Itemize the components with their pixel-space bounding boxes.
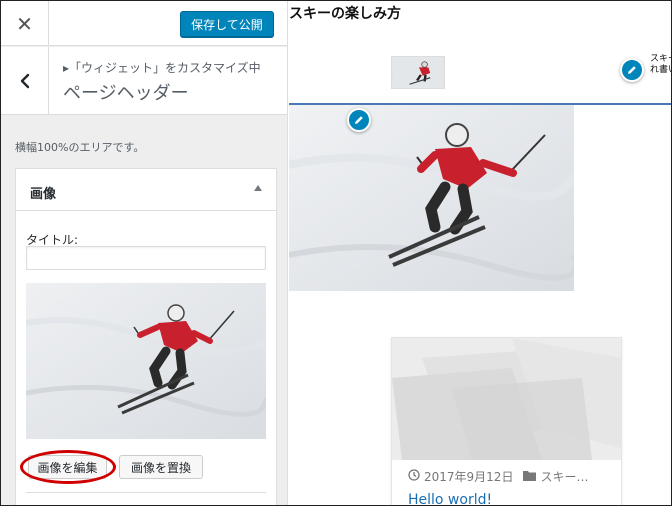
replace-image-button[interactable]: 画像を置換 — [119, 455, 203, 479]
skier-photo-large — [289, 105, 574, 291]
section-context-label: ▸「ウィジェット」をカスタマイズ中 — [63, 61, 261, 75]
edit-shortcut-button[interactable] — [347, 108, 371, 132]
close-customizer-button[interactable]: ✕ — [1, 1, 49, 46]
customizer-panel: ✕ 保存して公開 ▸「ウィジェット」をカスタマイズ中 ページヘッダー 横幅100… — [1, 1, 288, 505]
post-date: 2017年9月12日 — [424, 470, 514, 484]
widget-title: 画像 — [30, 187, 57, 202]
title-field[interactable] — [26, 246, 266, 270]
post-title-link[interactable]: Hello world! — [408, 492, 492, 505]
menu-text-line: スキー — [650, 54, 671, 64]
page-header-image[interactable] — [289, 105, 574, 291]
pencil-icon — [355, 116, 363, 124]
header-logo-image[interactable] — [391, 56, 445, 89]
menu-text[interactable]: スキー れ書い — [650, 54, 671, 76]
menu-text-line: れ書い — [650, 65, 671, 75]
edit-image-button[interactable]: 画像を編集 — [28, 455, 107, 479]
skier-thumbnail — [392, 57, 444, 88]
section-title: ページヘッダー — [63, 83, 189, 104]
section-header: ▸「ウィジェット」をカスタマイズ中 ページヘッダー — [1, 47, 287, 115]
save-and-publish-button[interactable]: 保存して公開 — [180, 11, 274, 37]
widget-header[interactable]: 画像 — [16, 169, 276, 211]
collapse-arrow-icon[interactable] — [254, 185, 262, 191]
site-preview: スキーの楽しみ方 スキー れ書い — [289, 1, 671, 505]
post-meta: 2017年9月12日 スキー… — [408, 468, 588, 485]
post-card[interactable]: 2017年9月12日 スキー… Hello world! — [391, 337, 622, 505]
site-title[interactable]: スキーの楽しみ方 — [289, 3, 401, 23]
area-description: 横幅100%のエリアです。 — [15, 141, 145, 154]
folder-icon — [523, 470, 537, 484]
close-icon: ✕ — [16, 11, 33, 36]
pencil-icon — [628, 66, 636, 74]
customizer-topbar: ✕ 保存して公開 — [1, 1, 287, 46]
skier-photo — [26, 283, 266, 439]
customizer-window: ✕ 保存して公開 ▸「ウィジェット」をカスタマイズ中 ページヘッダー 横幅100… — [0, 0, 672, 506]
clock-icon — [408, 469, 420, 484]
no-image-placeholder — [392, 338, 621, 460]
widget-image-preview[interactable] — [26, 283, 266, 439]
post-thumbnail[interactable] — [392, 338, 621, 460]
chevron-left-icon — [20, 73, 29, 89]
divider — [26, 492, 266, 493]
back-button[interactable] — [1, 47, 49, 115]
post-category[interactable]: スキー… — [540, 468, 588, 485]
edit-shortcut-button[interactable] — [620, 58, 644, 82]
image-widget: 画像 タイトル: 画像を編集 画像を置換 — [15, 168, 277, 505]
